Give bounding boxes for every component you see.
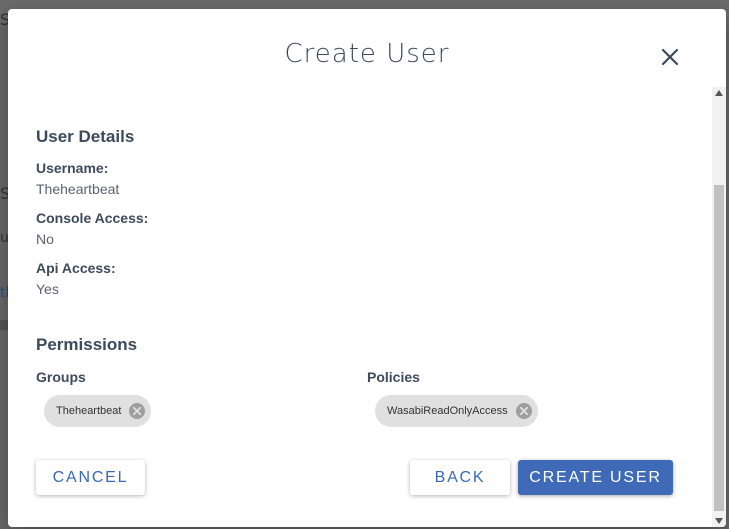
scroll-thumb[interactable] [714, 185, 724, 511]
remove-group-icon[interactable] [127, 401, 147, 421]
groups-label: Groups [36, 369, 86, 385]
remove-policy-icon[interactable] [514, 401, 534, 421]
create-user-dialog: Create User User Details Username: Thehe… [8, 9, 726, 527]
console-access-value: No [36, 231, 54, 247]
scroll-down-arrow-icon[interactable] [715, 518, 723, 524]
policy-chip-label: WasabiReadOnlyAccess [387, 405, 508, 417]
user-details-heading: User Details [36, 127, 135, 146]
policy-chip: WasabiReadOnlyAccess [375, 395, 538, 427]
api-access-label: Api Access: [36, 260, 116, 276]
cancel-button[interactable]: Cancel [36, 460, 145, 495]
username-label: Username: [36, 160, 109, 176]
background-strip [0, 320, 8, 330]
create-user-button[interactable]: Create User [518, 460, 673, 495]
dialog-title: Create User [284, 39, 450, 69]
group-chip: Theheartbeat [44, 395, 152, 427]
group-chip-label: Theheartbeat [56, 405, 122, 417]
close-icon [661, 48, 679, 66]
api-access-value: Yes [36, 281, 59, 297]
scroll-up-arrow-icon[interactable] [715, 90, 723, 96]
username-value: Theheartbeat [36, 181, 120, 197]
dialog-scrollbar[interactable] [712, 87, 726, 527]
policies-label: Policies [367, 369, 420, 385]
permissions-heading: Permissions [36, 335, 138, 354]
close-button[interactable] [658, 45, 682, 69]
console-access-label: Console Access: [36, 210, 149, 226]
back-button[interactable]: Back [410, 460, 510, 495]
dialog-content: User Details Username: Theheartbeat Cons… [8, 89, 712, 527]
